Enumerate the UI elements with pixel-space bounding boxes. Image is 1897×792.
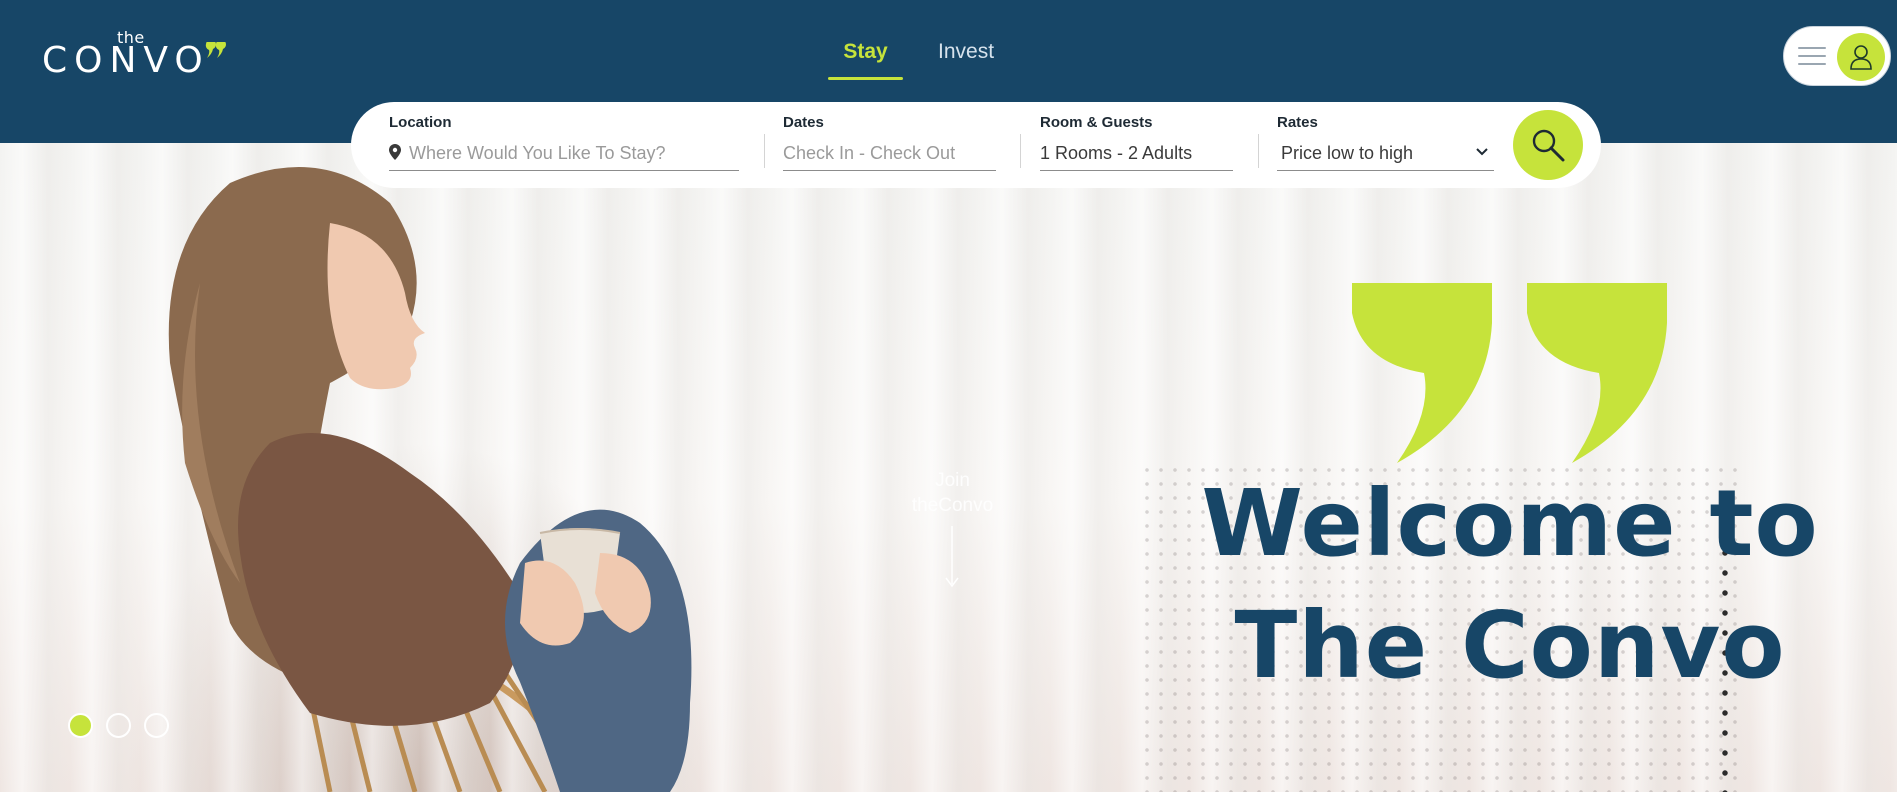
carousel-dot-2[interactable] — [106, 713, 131, 738]
search-bar: Location Dates Room & Guests 1 Rooms - 2… — [351, 102, 1601, 188]
rates-value: Price low to high — [1281, 143, 1414, 163]
headline-line-2: The Convo — [1234, 592, 1786, 699]
field-divider — [1020, 134, 1021, 168]
quote-mark-icon — [1352, 283, 1667, 463]
rates-select[interactable]: Price low to high — [1277, 140, 1494, 171]
dates-label: Dates — [783, 114, 824, 131]
join-link[interactable]: Join theConvo — [900, 468, 1005, 518]
dates-input[interactable] — [783, 140, 996, 166]
carousel-dot-3[interactable] — [144, 713, 169, 738]
rates-label: Rates — [1277, 114, 1318, 131]
rates-field: Rates Price low to high — [1277, 114, 1494, 171]
carousel-dot-1[interactable] — [68, 713, 93, 738]
hero-section: Join theConvo Welcome to The Convo — [0, 143, 1897, 792]
logo[interactable]: the CONVO — [42, 26, 232, 82]
location-input[interactable] — [389, 140, 739, 166]
hamburger-menu-icon[interactable] — [1798, 47, 1826, 67]
rooms-guests-label: Room & Guests — [1040, 114, 1153, 131]
arrow-down-icon — [945, 526, 959, 588]
field-divider — [1258, 134, 1259, 168]
tab-stay[interactable]: Stay — [828, 36, 903, 80]
tab-invest[interactable]: Invest — [938, 36, 994, 80]
map-pin-icon — [389, 144, 401, 160]
logo-wordmark: CONVO — [42, 40, 210, 81]
chevron-down-icon — [1476, 148, 1488, 156]
account-menu-button[interactable] — [1783, 26, 1891, 86]
search-button[interactable] — [1513, 110, 1583, 180]
location-input-wrap — [389, 140, 739, 171]
rooms-guests-field: Room & Guests 1 Rooms - 2 Adults — [1040, 114, 1233, 171]
headline-line-1: Welcome to — [1201, 470, 1819, 577]
location-field: Location — [389, 114, 739, 171]
hero-photo-woman — [168, 167, 692, 792]
quote-mark-icon — [205, 42, 226, 58]
rooms-guests-value: 1 Rooms - 2 Adults — [1040, 143, 1193, 163]
user-icon[interactable] — [1837, 33, 1885, 81]
rooms-guests-selector[interactable]: 1 Rooms - 2 Adults — [1040, 140, 1233, 171]
location-label: Location — [389, 114, 452, 131]
field-divider — [764, 134, 765, 168]
magnifier-icon — [1532, 129, 1565, 162]
hero-headline: Welcome to The Convo — [1190, 463, 1830, 707]
page: the CONVO Stay Invest Join theConvo Welc… — [0, 0, 1897, 792]
dates-field: Dates — [783, 114, 996, 171]
dates-input-wrap — [783, 140, 996, 171]
